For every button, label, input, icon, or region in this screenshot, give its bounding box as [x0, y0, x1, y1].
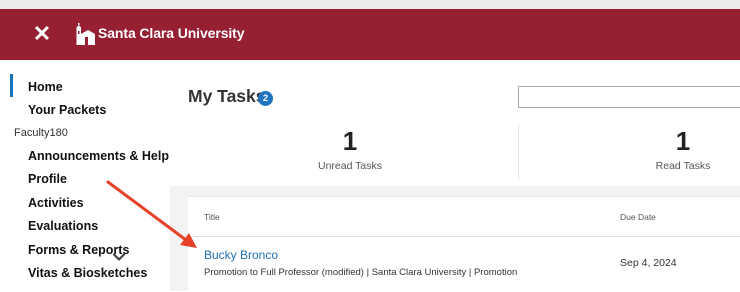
stats-divider [518, 125, 519, 179]
sidebar-item-announcements[interactable]: Announcements & Help [28, 149, 169, 163]
sidebar-item-your-packets[interactable]: Your Packets [28, 103, 106, 117]
search-input[interactable] [518, 86, 740, 108]
brand-name: Santa Clara University [98, 25, 245, 41]
chevron-down-icon[interactable] [112, 250, 126, 264]
sidebar-item-activities[interactable]: Activities [28, 196, 84, 210]
sidebar: Home Your Packets Faculty180 Announcemen… [0, 60, 169, 291]
browser-top-strip [0, 0, 740, 9]
sidebar-item-vitas-biosketches[interactable]: Vitas & Biosketches [28, 266, 147, 280]
page-title: My Tasks [188, 86, 266, 106]
table-row-divider [188, 236, 740, 237]
read-tasks-count[interactable]: 1 [663, 126, 703, 157]
sidebar-item-home[interactable]: Home [28, 80, 63, 94]
sidebar-item-profile[interactable]: Profile [28, 172, 67, 186]
mission-church-logo-icon [76, 23, 95, 45]
unread-tasks-count[interactable]: 1 [330, 126, 370, 157]
column-header-title[interactable]: Title [204, 212, 220, 222]
unread-tasks-label[interactable]: Unread Tasks [290, 160, 410, 172]
sidebar-section-faculty180: Faculty180 [14, 127, 68, 139]
task-subtitle: Promotion to Full Professor (modified) |… [204, 267, 518, 278]
sidebar-item-evaluations[interactable]: Evaluations [28, 219, 98, 233]
task-due-date: Sep 4, 2024 [620, 257, 677, 269]
column-header-due-date[interactable]: Due Date [620, 212, 656, 222]
task-count-badge: 2 [258, 91, 273, 106]
task-name-link[interactable]: Bucky Bronco [204, 248, 278, 262]
close-button[interactable]: ✕ [30, 22, 54, 46]
read-tasks-label[interactable]: Read Tasks [623, 160, 740, 172]
app-header: ✕ Santa Clara University [0, 9, 740, 60]
